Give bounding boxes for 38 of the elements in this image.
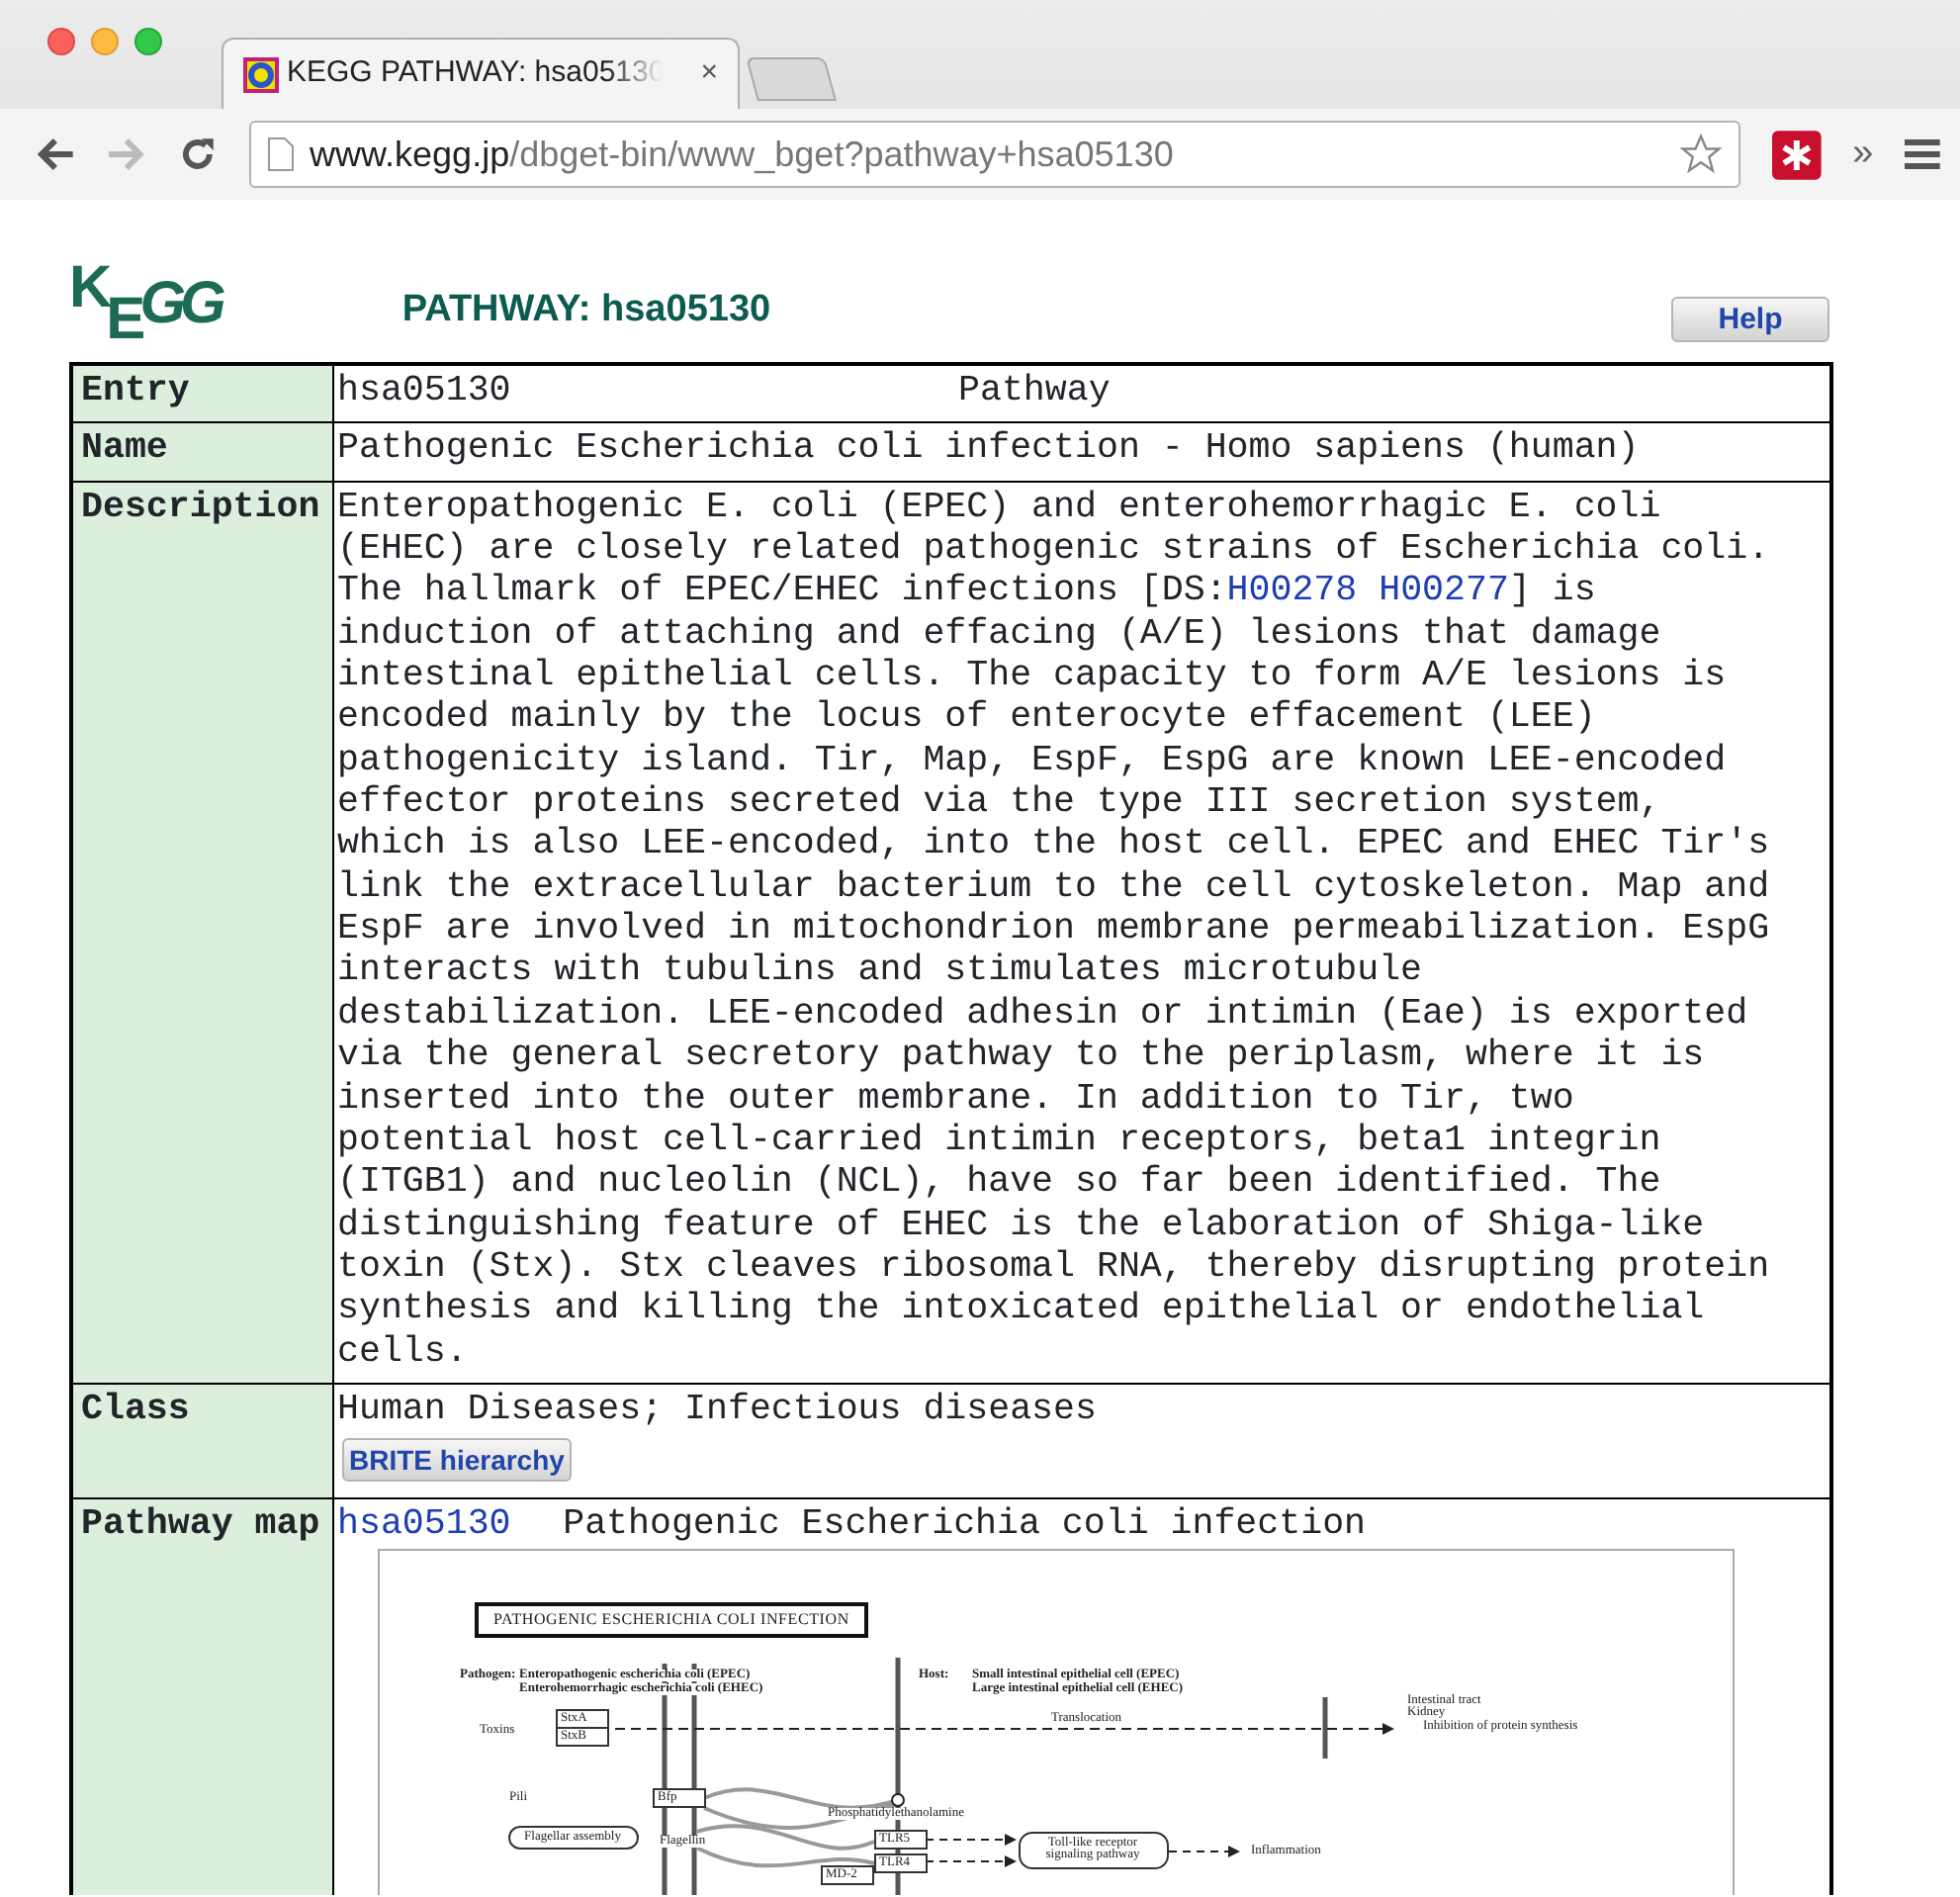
new-tab-button[interactable] — [746, 57, 837, 101]
tab-close-button[interactable]: × — [700, 51, 718, 97]
row-label: Description — [71, 481, 332, 1384]
brite-hierarchy-button[interactable]: BRITE hierarchy — [341, 1438, 573, 1483]
diagram-title: PATHOGENIC ESCHERICHIA COLI INFECTION — [474, 1601, 869, 1638]
minimize-window-button[interactable] — [91, 27, 119, 54]
entry-id: hsa05130 — [337, 372, 513, 414]
reload-icon[interactable] — [177, 135, 218, 174]
disease-link[interactable]: H00277 — [1379, 572, 1509, 612]
pathway-map[interactable] — [377, 1548, 1734, 1895]
extension-icon[interactable] — [1771, 130, 1822, 179]
favicon-icon — [243, 56, 279, 92]
disease-link[interactable]: H00278 — [1226, 572, 1358, 612]
star-icon[interactable] — [1678, 133, 1723, 176]
help-button[interactable]: Help — [1671, 297, 1829, 342]
back-icon[interactable] — [36, 136, 75, 172]
inflammation-arrow — [1167, 1845, 1239, 1857]
signal-arrow — [924, 1854, 1016, 1867]
compound-circle — [890, 1792, 904, 1807]
map-name: Pathogenic Escherichia coli infection — [563, 1505, 1367, 1549]
overflow-button[interactable]: » — [1852, 126, 1874, 183]
page-title: PATHWAY: hsa05130 — [401, 287, 771, 334]
close-window-button[interactable] — [47, 27, 75, 54]
menu-icon[interactable] — [1905, 136, 1940, 172]
row-label: Class — [71, 1383, 332, 1499]
page-icon — [266, 136, 295, 172]
address-bar[interactable]: www.kegg.jp/dbget-bin/www_bget?pathway+hsa05130 — [248, 121, 1740, 188]
kegg-logo[interactable]: KEGG — [69, 259, 228, 354]
zoom-window-button[interactable] — [134, 27, 162, 54]
barrier-line — [1321, 1696, 1327, 1759]
row-label: Pathway map — [71, 1498, 332, 1895]
signal-arrow — [924, 1833, 1016, 1846]
class-value: Human Diseases; Infectious diseases — [337, 1390, 1099, 1433]
description-text: Enteropathogenic E. coli (EPEC) and enterohemorrhagic E. coli (EHEC) are closely related pathogenic strains of Escherichia coli. The hallmark of EPEC/EHEC infections [DS:H00278 H00277] is induction of attaching and effacing (A/E) lesions that damage intestinal epithelial cells. The capacity to form A/E lesions is encoded mainly by the locus of enterocyte effacement (LEE) pathogenicity island. Tir, Map, EspF, EspG are known LEE-encoded effector proteins secreted via the type III secretion system, which is also LEE-encoded, into the host cell. EPEC and EHEC Tir's link the extracellular bacterium to the cell cytoskeleton. Map and EspF are involved in mitochondrion membrane permeabilization. EspG interacts with tubulins and stimulates microtubule destabilization. LEE-encoded adhesin or intimin (Eae) is exported via the general secretory pathway to the periplasm, where it is inserted into the outer membrane. In addition to Tir, two potential host cell-carried intimin receptors, beta1 integrin (ITGB1) and nucleolin (NCL), have so far been identified. The distinguishing feature of EHEC is the elaboration of Shiga-like toxin (Stx). Stx cleaves ribosomal RNA, thereby disrupting protein synthesis and killing the intoxicated epithelial or endothelial cells. — [337, 488, 1770, 1375]
entry-type: Pathway — [958, 372, 1111, 411]
row-label: Entry — [71, 364, 332, 423]
row-label: Name — [71, 422, 332, 482]
map-link[interactable]: hsa05130 — [337, 1505, 511, 1549]
